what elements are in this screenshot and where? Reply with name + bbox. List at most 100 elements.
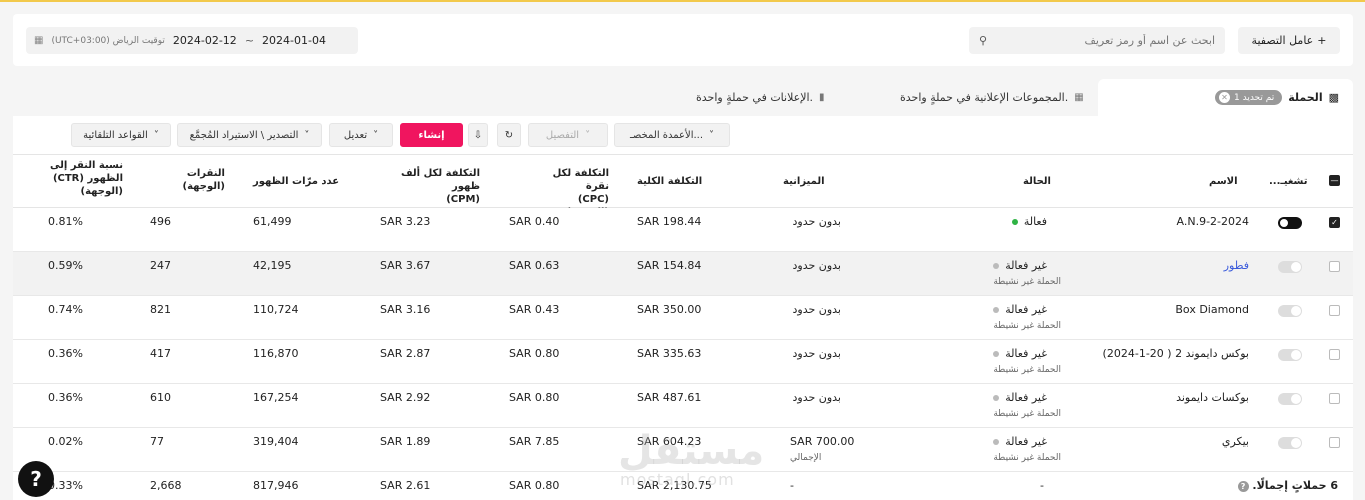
col-clicks-line1: النقرات: [186, 168, 225, 179]
table-row[interactable]: بوكسات دايموند غير فعالة الحملة غير نشيط…: [13, 384, 1353, 428]
export-import-dropdown[interactable]: التصدير \ الاستيراد المُجمَّع ˅: [177, 123, 322, 147]
date-separator: ~: [244, 34, 255, 47]
filter-button[interactable]: عامل التصفية +: [1238, 27, 1340, 54]
table-row[interactable]: ✓ A.N.9-2-2024 فعالة بدون حدود SAR 198.4…: [13, 208, 1353, 252]
help-button[interactable]: ?: [18, 461, 54, 497]
ctr-value: 0.81%: [48, 215, 83, 228]
status-dot-icon: [993, 350, 1000, 357]
campaign-toggle[interactable]: [1278, 393, 1302, 405]
search-input[interactable]: [1015, 34, 1215, 47]
col-status[interactable]: الحالة: [1023, 175, 1051, 188]
status-cell: غير فعالة: [993, 259, 1047, 272]
timezone-label: (UTC+03:00) توقيت الرياض: [51, 35, 165, 46]
status-sub-label: الحملة غير نشيطة: [993, 277, 1061, 287]
tab-ad-groups[interactable]: المجموعات الإعلانية في حملةٍ واحدة. ▦: [900, 79, 1084, 116]
col-ctr[interactable]: نسبة النقر إلى الظهور (CTR) (الوجهة): [47, 159, 123, 198]
selected-badge[interactable]: ✕ 1 تم تحديد: [1215, 90, 1283, 105]
status-label: غير فعالة: [1005, 347, 1047, 360]
totals-label: 6 حملاتٍ إجمالًا.: [1252, 479, 1338, 492]
campaign-toggle[interactable]: [1278, 349, 1302, 361]
folder-icon: ▩: [1328, 91, 1339, 104]
custom-columns-dropdown[interactable]: الأعمدة المخصـ... ˅: [614, 123, 730, 147]
campaign-name[interactable]: بوكسات دايموند: [1176, 391, 1249, 404]
chevron-down-icon: ˅: [585, 129, 591, 141]
cpm-value: SAR 1.89: [380, 435, 431, 448]
col-impressions[interactable]: عدد مرّات الظهور: [253, 175, 339, 188]
table-row[interactable]: فطور غير فعالة الحملة غير نشيطة بدون حدو…: [13, 252, 1353, 296]
campaign-name[interactable]: Box Diamond: [1175, 303, 1249, 316]
col-cpm[interactable]: التكلفة لكل ألف ظهور (CPM): [380, 167, 480, 206]
row-checkbox[interactable]: [1329, 261, 1340, 272]
row-checkbox[interactable]: [1329, 437, 1340, 448]
col-ctr-line2: الظهور (CTR): [52, 173, 123, 184]
status-dot-icon: [993, 438, 1000, 445]
row-checkbox[interactable]: [1329, 393, 1340, 404]
campaign-toggle[interactable]: [1278, 261, 1302, 273]
campaign-toggle[interactable]: [1278, 305, 1302, 317]
impressions-value: 61,499: [253, 215, 292, 228]
table-row[interactable]: Box Diamond غير فعالة الحملة غير نشيطة ب…: [13, 296, 1353, 340]
select-all-checkbox[interactable]: —: [1329, 175, 1340, 186]
status-sub-label: الحملة غير نشيطة: [993, 453, 1061, 463]
status-cell: غير فعالة: [993, 347, 1047, 360]
budget-sub-label: الإجمالي: [790, 453, 822, 463]
row-checkbox[interactable]: [1329, 305, 1340, 316]
create-button[interactable]: إنشاء: [400, 123, 463, 147]
col-clicks[interactable]: النقرات (الوجهة): [183, 167, 225, 193]
tab-ad-groups-label: المجموعات الإعلانية في حملةٍ واحدة.: [900, 91, 1069, 104]
table-row[interactable]: بوكس دايموند 2 ( 20-1-2024) غير فعالة ال…: [13, 340, 1353, 384]
selected-badge-label: 1 تم تحديد: [1234, 92, 1275, 103]
campaign-name[interactable]: فطور: [1224, 259, 1249, 272]
budget-value: بدون حدود: [792, 303, 841, 316]
tabs-bar: الإعلانات في حملةٍ واحدة. ▮ المجموعات ال…: [13, 79, 1353, 116]
details-dropdown[interactable]: التفصيل ˅: [528, 123, 608, 147]
clicks-value: 610: [150, 391, 171, 404]
cpc-value: SAR 7.85: [509, 435, 560, 448]
budget-value: بدون حدود: [792, 391, 841, 404]
cpc-value: SAR 0.40: [509, 215, 560, 228]
budget-value: SAR 700.00: [790, 435, 855, 448]
cpm-value: SAR 2.87: [380, 347, 431, 360]
filter-button-label: عامل التصفية: [1251, 34, 1314, 47]
clear-selection-icon[interactable]: ✕: [1219, 92, 1230, 103]
date-end: 2024-02-12: [172, 34, 237, 47]
row-checkbox[interactable]: [1329, 349, 1340, 360]
campaign-name[interactable]: بوكس دايموند 2 ( 20-1-2024): [1103, 347, 1249, 360]
status-sub-label: الحملة غير نشيطة: [993, 409, 1061, 419]
download-button[interactable]: ⇩: [468, 123, 488, 147]
cpm-value: SAR 3.16: [380, 303, 431, 316]
col-toggle[interactable]: تشغيـ...: [1269, 175, 1307, 188]
auto-rules-label: القواعد التلقائية: [83, 129, 148, 141]
refresh-button[interactable]: ↻: [497, 123, 521, 147]
status-dot-icon: [1011, 218, 1018, 225]
tab-campaign[interactable]: ✕ 1 تم تحديد الحملة ▩: [1098, 79, 1353, 116]
ctr-value: 0.74%: [48, 303, 83, 316]
status-dot-icon: [993, 262, 1000, 269]
totals-impressions: 817,946: [253, 479, 299, 492]
info-icon[interactable]: ?: [1237, 481, 1249, 492]
clicks-value: 77: [150, 435, 164, 448]
total-cost-value: SAR 198.44: [637, 215, 702, 228]
impressions-value: 319,404: [253, 435, 299, 448]
total-cost-value: SAR 335.63: [637, 347, 702, 360]
campaign-name[interactable]: بيكري: [1222, 435, 1249, 448]
table-toolbar: القواعد التلقائية ˅ التصدير \ الاستيراد …: [13, 116, 1353, 154]
tab-ads[interactable]: الإعلانات في حملةٍ واحدة. ▮: [696, 79, 825, 116]
campaign-toggle[interactable]: [1278, 437, 1302, 449]
edit-dropdown[interactable]: تعديل ˅: [329, 123, 393, 147]
details-label: التفصيل: [545, 129, 580, 141]
top-accent-line: [0, 0, 1365, 2]
search-box[interactable]: ⚲: [969, 27, 1225, 54]
totals-clicks: 2,668: [150, 479, 182, 492]
col-name[interactable]: الاسم: [1209, 175, 1238, 188]
col-total-cost[interactable]: التكلفة الكلية: [637, 175, 702, 188]
date-range-picker[interactable]: ▦ (UTC+03:00) توقيت الرياض 2024-02-12 ~ …: [26, 27, 358, 54]
ad-group-icon: ▦: [1074, 92, 1084, 103]
campaign-toggle[interactable]: [1278, 217, 1302, 229]
col-budget[interactable]: الميزانية: [783, 175, 825, 188]
create-label: إنشاء: [418, 129, 445, 141]
row-checkbox[interactable]: ✓: [1329, 217, 1340, 228]
auto-rules-dropdown[interactable]: القواعد التلقائية ˅: [71, 123, 171, 147]
totals-cpc: SAR 0.80: [509, 479, 560, 492]
campaign-name[interactable]: A.N.9-2-2024: [1177, 215, 1249, 228]
